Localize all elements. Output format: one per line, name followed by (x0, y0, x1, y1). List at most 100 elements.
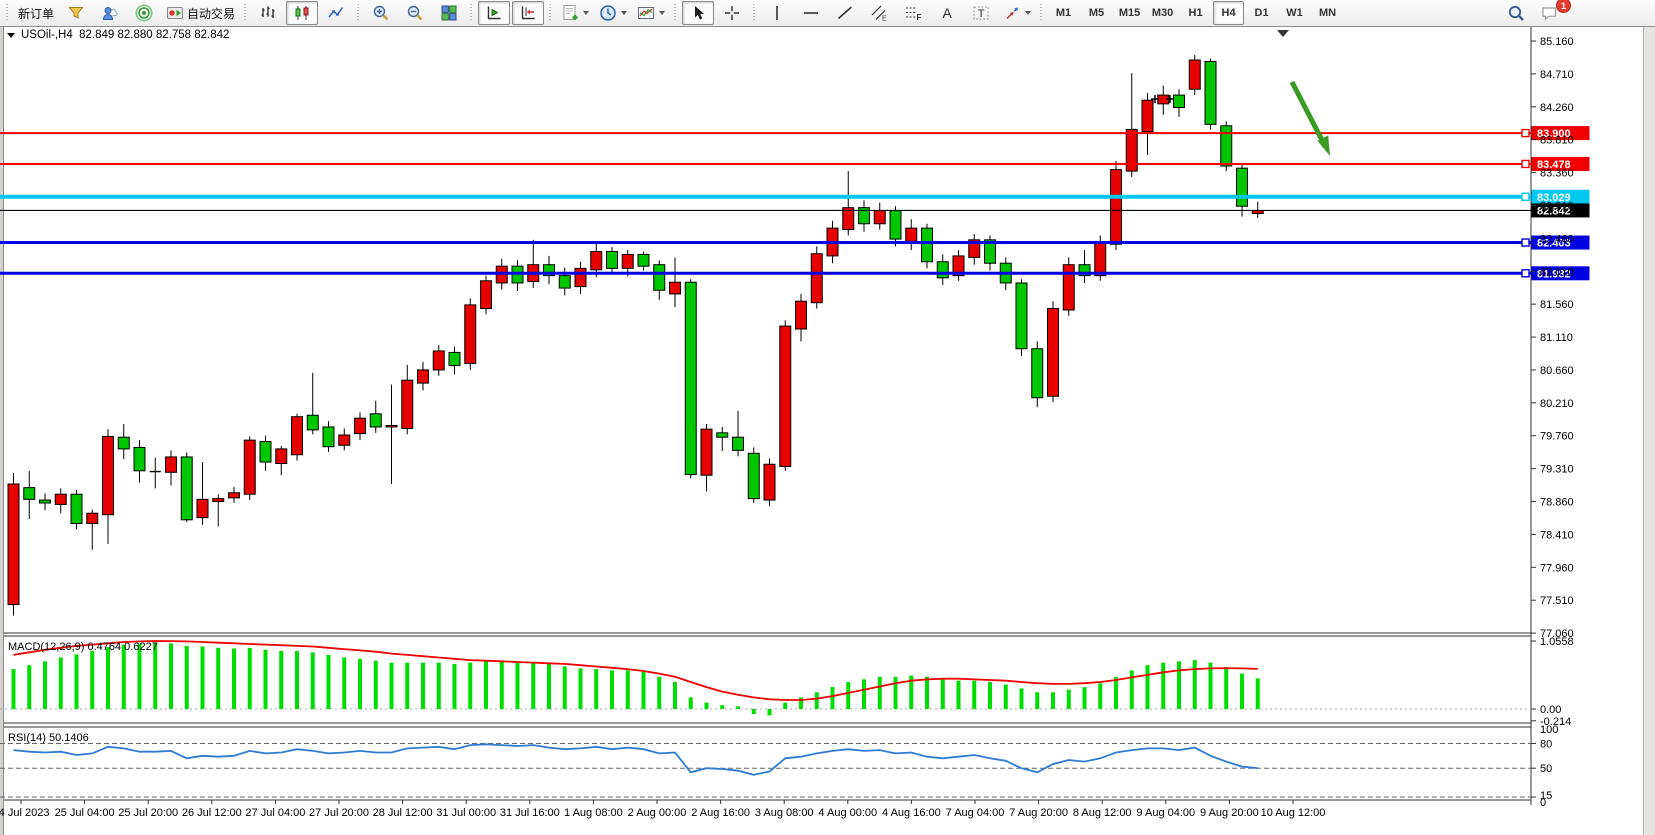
time-tick-label: 7 Aug 04:00 (946, 807, 1005, 819)
macd-histogram-bar (689, 697, 693, 709)
time-tick-label: 8 Aug 12:00 (1073, 807, 1132, 819)
price-tick-label: 82.010 (1540, 266, 1574, 278)
auto-scroll-icon (485, 4, 503, 22)
crosshair-button[interactable] (716, 1, 748, 25)
candle-down (323, 427, 334, 447)
chart-canvas[interactable]: 83.90083.47883.02982.40381.98282.84285.1… (0, 26, 1655, 835)
red-line-handle[interactable] (1522, 130, 1529, 137)
candle-up (433, 351, 444, 370)
macd-histogram-bar (547, 664, 551, 709)
time-tick-label: 3 Aug 08:00 (755, 807, 814, 819)
chart-shift-button[interactable] (512, 1, 544, 25)
community-button[interactable] (94, 1, 126, 25)
tf-m5-button[interactable]: M5 (1081, 1, 1112, 25)
price-tick-label: 81.560 (1540, 299, 1574, 311)
market-watch-icon (67, 4, 85, 22)
red-line-handle[interactable] (1522, 160, 1529, 167)
tf-mn-button[interactable]: MN (1312, 1, 1343, 25)
candle-down (559, 276, 570, 288)
macd-histogram-bar (437, 663, 441, 709)
candle-down (717, 433, 728, 437)
horizontal-line-button[interactable] (795, 1, 827, 25)
arrow-annotation-shaft[interactable] (1292, 82, 1324, 144)
time-tick-label: 1 Aug 08:00 (564, 807, 623, 819)
tile-windows-button[interactable] (433, 1, 465, 25)
macd-histogram-bar (185, 646, 189, 709)
cursor-button[interactable] (682, 1, 714, 25)
search-button[interactable] (1500, 1, 1532, 25)
candle-up (166, 457, 177, 472)
candlestick-chart-button[interactable] (286, 1, 318, 25)
text-icon: A (938, 4, 956, 22)
dropdown-caret-icon[interactable] (1025, 11, 1031, 15)
candle-down (685, 282, 696, 474)
macd-histogram-bar (453, 664, 457, 709)
macd-histogram-bar (972, 681, 976, 709)
tf-d1-button[interactable]: D1 (1246, 1, 1277, 25)
tf-m1-button[interactable]: M1 (1048, 1, 1079, 25)
candle-down (40, 500, 51, 503)
blue-line-handle[interactable] (1522, 239, 1529, 246)
macd-histogram-bar (1083, 687, 1087, 709)
toolbar-group-gripper (243, 4, 248, 22)
time-tick-label: 25 Jul 04:00 (55, 807, 115, 819)
macd-histogram-bar (279, 651, 283, 709)
candle-down (449, 352, 460, 365)
macd-histogram-bar (752, 709, 756, 714)
candle-up (764, 464, 775, 500)
macd-histogram-bar (1035, 692, 1039, 709)
indicators-button[interactable] (557, 1, 593, 25)
signals-icon (135, 4, 153, 22)
dropdown-caret-icon[interactable] (621, 11, 627, 15)
price-tick-label: 83.810 (1540, 135, 1574, 147)
macd-histogram-bar (563, 666, 567, 709)
arrows-button[interactable] (999, 1, 1035, 25)
blue-line-handle[interactable] (1522, 270, 1529, 277)
chart-menu-triangle-icon[interactable] (7, 33, 15, 38)
candle-up (103, 436, 114, 514)
dropdown-caret-icon[interactable] (659, 11, 665, 15)
zoom-out-icon (406, 4, 424, 22)
signals-button[interactable] (128, 1, 160, 25)
tf-h1-button[interactable]: H1 (1180, 1, 1211, 25)
text-label-button[interactable]: T (965, 1, 997, 25)
tf-w1-button[interactable]: W1 (1279, 1, 1310, 25)
candle-up (386, 426, 397, 427)
candle-up (701, 429, 712, 475)
macd-histogram-bar (720, 705, 724, 709)
periods-button[interactable] (595, 1, 631, 25)
tf-m5-button-label: M5 (1089, 7, 1104, 19)
candle-down (748, 453, 759, 498)
trendline-button[interactable] (829, 1, 861, 25)
tf-m30-button[interactable]: M30 (1147, 1, 1178, 25)
dropdown-caret-icon[interactable] (583, 11, 589, 15)
cyan-line-handle[interactable] (1522, 193, 1529, 200)
zoom-out-button[interactable] (399, 1, 431, 25)
text-button[interactable]: A (931, 1, 963, 25)
window-right-edge (1644, 26, 1655, 835)
candle-down (71, 494, 82, 523)
notifications-button[interactable]: 1 (1534, 1, 1566, 25)
templates-button[interactable] (633, 1, 669, 25)
candle-up (87, 513, 98, 523)
tf-h4-button[interactable]: H4 (1213, 1, 1244, 25)
line-chart-button[interactable] (320, 1, 352, 25)
bar-chart-button[interactable] (252, 1, 284, 25)
market-watch-button[interactable] (60, 1, 92, 25)
vertical-line-button[interactable] (761, 1, 793, 25)
zoom-in-button[interactable] (365, 1, 397, 25)
bar-chart-icon (259, 4, 277, 22)
price-tick-label: 78.410 (1540, 529, 1574, 541)
candle-up (292, 417, 303, 455)
auto-trading-button[interactable]: 自动交易 (162, 1, 239, 25)
tf-m15-button[interactable]: M15 (1114, 1, 1145, 25)
auto-scroll-button[interactable] (478, 1, 510, 25)
fibonacci-button[interactable]: F (897, 1, 929, 25)
macd-panel: MACD(12,26,9) 0.4764 0.62271.05580.00-0.… (0, 636, 1574, 728)
macd-histogram-bar (815, 692, 819, 709)
macd-histogram-bar (248, 648, 252, 709)
new-order-button[interactable]: 新订单 (14, 1, 58, 25)
channel-button[interactable]: E (863, 1, 895, 25)
macd-histogram-bar (846, 682, 850, 709)
chart-shift-marker-icon[interactable] (1277, 30, 1289, 37)
